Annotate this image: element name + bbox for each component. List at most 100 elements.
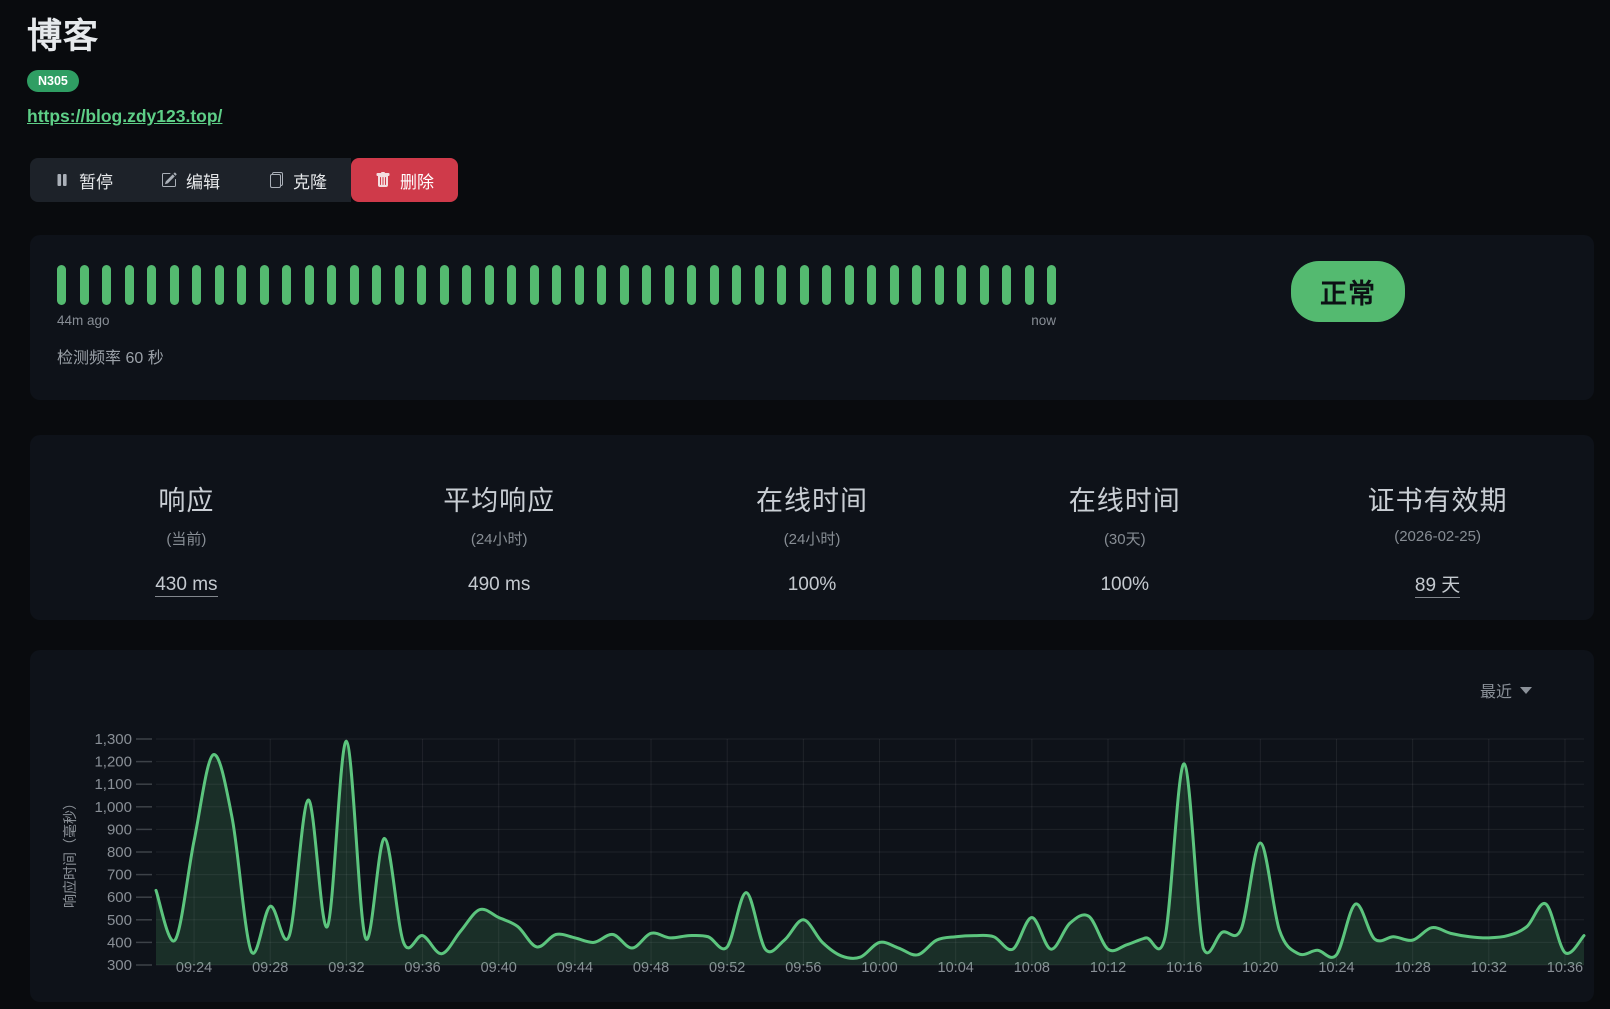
svg-text:300: 300 xyxy=(107,957,132,974)
heartbeat-beats xyxy=(57,265,1056,305)
monitor-url-link[interactable]: https://blog.zdy123.top/ xyxy=(27,106,222,127)
heartbeat-beat xyxy=(215,265,224,305)
edit-button-label: 编辑 xyxy=(186,168,220,193)
stat-title: 在线时间 xyxy=(968,479,1281,518)
stat-uptime-24h: 在线时间 (24小时) 100% xyxy=(656,479,969,596)
heartbeat-beat xyxy=(687,265,696,305)
stat-title: 在线时间 xyxy=(656,479,969,518)
svg-text:600: 600 xyxy=(107,889,132,906)
heartbeat-beat xyxy=(372,265,381,305)
heartbeat-beat xyxy=(1047,265,1056,305)
heartbeat-beat xyxy=(935,265,944,305)
heartbeat-beat xyxy=(980,265,989,305)
svg-text:500: 500 xyxy=(107,912,132,929)
stat-uptime-30d: 在线时间 (30天) 100% xyxy=(968,479,1281,596)
svg-text:1,200: 1,200 xyxy=(94,754,132,771)
monitor-tag: N305 xyxy=(27,70,79,92)
trash-icon xyxy=(375,172,391,188)
heartbeat-beat xyxy=(575,265,584,305)
heartbeat-range-end: now xyxy=(1031,313,1056,328)
response-time-chart: 3004005006007008009001,0001,1001,2001,30… xyxy=(30,650,1594,1002)
clone-icon xyxy=(268,172,284,188)
stat-cert-expiry: 证书有效期 (2026-02-25) 89 天 xyxy=(1281,479,1594,597)
heartbeat-beat xyxy=(170,265,179,305)
heartbeat-beat xyxy=(665,265,674,305)
heartbeat-beat xyxy=(800,265,809,305)
svg-text:1,300: 1,300 xyxy=(94,731,132,748)
heartbeat-beat xyxy=(755,265,764,305)
chevron-down-icon xyxy=(1520,687,1532,694)
edit-icon xyxy=(161,172,177,188)
stat-subtitle: (30天) xyxy=(968,528,1281,549)
heartbeat-beat xyxy=(417,265,426,305)
heartbeat-beat xyxy=(440,265,449,305)
stat-title: 响应 xyxy=(30,479,343,518)
toolbar: 暂停 编辑 克隆 删除 xyxy=(30,158,458,202)
svg-text:响应时间（毫秒）: 响应时间（毫秒） xyxy=(62,796,78,908)
heartbeat-beat xyxy=(620,265,629,305)
stat-subtitle: (24小时) xyxy=(343,528,656,549)
pause-button-label: 暂停 xyxy=(79,168,113,193)
stat-value: 100% xyxy=(656,574,969,596)
heartbeat-beat xyxy=(507,265,516,305)
stat-value: 430 ms xyxy=(30,574,343,596)
heartbeat-beat xyxy=(957,265,966,305)
svg-text:400: 400 xyxy=(107,934,132,951)
heartbeat-range-start: 44m ago xyxy=(57,313,110,328)
heartbeat-bar: 44m ago now xyxy=(57,265,1056,328)
heartbeat-beat xyxy=(530,265,539,305)
heartbeat-beat xyxy=(125,265,134,305)
heartbeat-beat xyxy=(327,265,336,305)
stat-subtitle: (24小时) xyxy=(656,528,969,549)
heartbeat-beat xyxy=(845,265,854,305)
heartbeat-beat xyxy=(912,265,921,305)
stat-response-average: 平均响应 (24小时) 490 ms xyxy=(343,479,656,596)
clone-button-label: 克隆 xyxy=(293,168,327,193)
heartbeat-beat xyxy=(80,265,89,305)
svg-text:700: 700 xyxy=(107,867,132,884)
heartbeat-beat xyxy=(867,265,876,305)
chart-period-dropdown[interactable]: 最近 xyxy=(1480,678,1532,702)
heartbeat-beat xyxy=(710,265,719,305)
chart-period-label: 最近 xyxy=(1480,678,1512,702)
heartbeat-beat xyxy=(1025,265,1034,305)
heartbeat-beat xyxy=(1002,265,1011,305)
stat-value: 89 天 xyxy=(1281,570,1594,597)
edit-button[interactable]: 编辑 xyxy=(137,158,244,202)
heartbeat-beat xyxy=(642,265,651,305)
monitor-detail-page: 博客 N305 https://blog.zdy123.top/ 暂停 编辑 克… xyxy=(0,0,1610,1009)
page-title: 博客 xyxy=(27,8,99,59)
pause-button[interactable]: 暂停 xyxy=(30,158,137,202)
heartbeat-beat xyxy=(597,265,606,305)
stat-subtitle: (2026-02-25) xyxy=(1281,528,1594,545)
heartbeat-beat xyxy=(305,265,314,305)
stat-value: 100% xyxy=(968,574,1281,596)
heartbeat-beat xyxy=(552,265,561,305)
stat-subtitle: (当前) xyxy=(30,528,343,549)
heartbeat-time-range: 44m ago now xyxy=(57,313,1056,328)
heartbeat-beat xyxy=(57,265,66,305)
heartbeat-beat xyxy=(890,265,899,305)
stat-value: 490 ms xyxy=(343,574,656,596)
heartbeat-beat xyxy=(822,265,831,305)
heartbeat-beat xyxy=(192,265,201,305)
heartbeat-beat xyxy=(350,265,359,305)
stat-title: 证书有效期 xyxy=(1281,479,1594,518)
heartbeat-beat xyxy=(485,265,494,305)
svg-text:1,100: 1,100 xyxy=(94,776,132,793)
pause-icon xyxy=(54,172,70,188)
heartbeat-beat xyxy=(462,265,471,305)
status-badge: 正常 xyxy=(1291,261,1405,322)
heartbeat-beat xyxy=(395,265,404,305)
stat-response-current: 响应 (当前) 430 ms xyxy=(30,479,343,596)
clone-button[interactable]: 克隆 xyxy=(244,158,351,202)
delete-button[interactable]: 删除 xyxy=(351,158,458,202)
heartbeat-beat xyxy=(282,265,291,305)
heartbeat-beat xyxy=(102,265,111,305)
heartbeat-beat xyxy=(732,265,741,305)
heartbeat-beat xyxy=(777,265,786,305)
heartbeat-beat xyxy=(147,265,156,305)
svg-text:900: 900 xyxy=(107,821,132,838)
stats-card: 响应 (当前) 430 ms 平均响应 (24小时) 490 ms 在线时间 (… xyxy=(30,435,1594,620)
delete-button-label: 删除 xyxy=(400,168,434,193)
